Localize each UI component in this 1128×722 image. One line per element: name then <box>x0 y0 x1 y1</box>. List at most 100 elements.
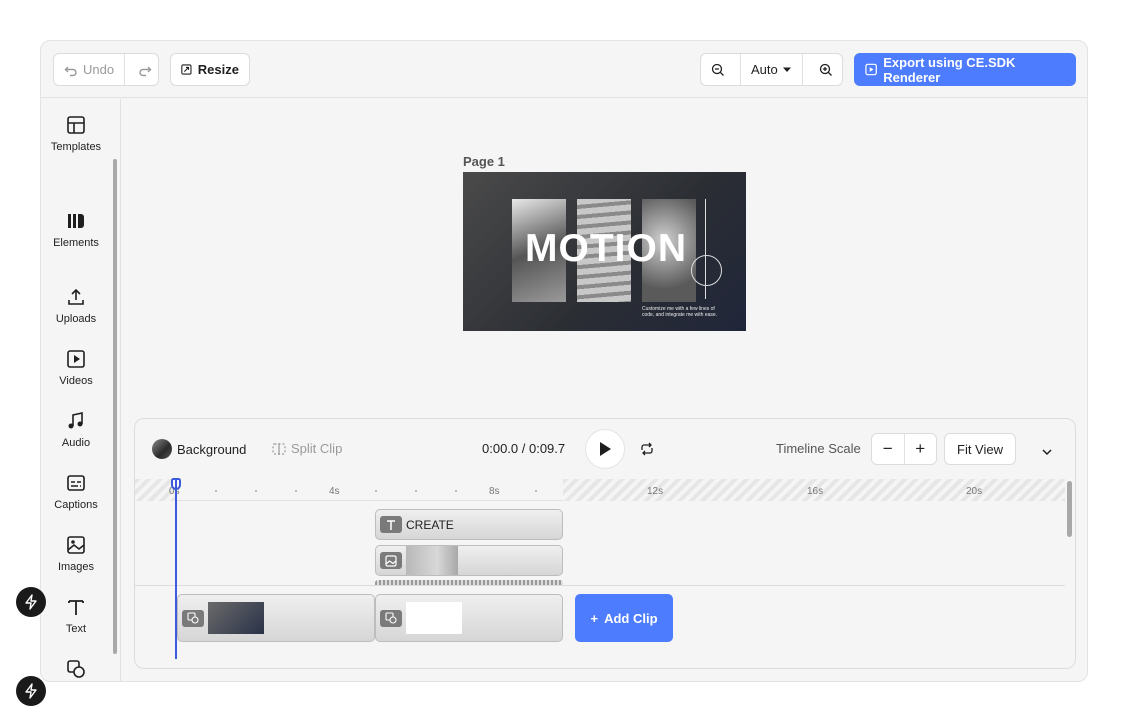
canvas-area[interactable]: Page 1 MOTION Customize me with a few li… <box>122 99 1087 419</box>
undo-icon <box>64 66 77 76</box>
shapes-icon <box>187 612 199 624</box>
chevron-down-icon <box>1042 449 1052 456</box>
background-button[interactable]: Background <box>152 439 246 459</box>
zoom-in-button[interactable] <box>809 54 842 85</box>
text-clip-icon <box>380 516 402 533</box>
scale-increase-button[interactable]: + <box>905 434 937 464</box>
sidebar-item-label: Templates <box>50 141 102 153</box>
zoom-select[interactable]: Auto <box>740 54 803 85</box>
sidebar-item-label: Uploads <box>55 313 97 325</box>
sidebar-item-templates[interactable]: Templates <box>49 115 103 154</box>
ruler-tick: 20s <box>966 486 983 497</box>
sidebar-item-videos[interactable]: Videos <box>49 349 103 388</box>
lightning-icon <box>25 683 37 699</box>
zoom-value: Auto <box>751 62 778 77</box>
headline-text[interactable]: MOTION <box>525 227 687 271</box>
image-icon <box>385 554 397 567</box>
loop-button[interactable] <box>639 441 655 462</box>
ruler-tick: 4s <box>329 486 340 497</box>
image-clip-thumbnail <box>406 546 458 575</box>
elements-icon <box>68 214 84 228</box>
sidebar-item-shapes[interactable] <box>49 659 103 681</box>
video-clip[interactable] <box>177 594 375 642</box>
timeline-header: Background Split Clip 0:00.0 / 0:09.7 Ti… <box>135 419 1075 479</box>
video-clip-thumbnail <box>208 602 264 634</box>
bolt-button[interactable] <box>16 587 46 617</box>
sidebar-item-images[interactable]: Images <box>49 535 103 574</box>
sidebar-item-captions[interactable]: Captions <box>49 473 103 512</box>
export-button[interactable]: Export using CE.SDK Renderer <box>854 53 1076 86</box>
playhead[interactable] <box>175 479 177 659</box>
image-clip-icon <box>380 552 402 569</box>
zoom-out-button[interactable] <box>701 54 734 85</box>
page-label: Page 1 <box>463 154 505 169</box>
zoom-out-icon <box>711 63 724 76</box>
resize-label: Resize <box>197 62 239 77</box>
ruler-tick: 16s <box>807 486 824 497</box>
redo-button[interactable] <box>131 54 158 85</box>
video-clip-icon <box>380 609 402 627</box>
history-group: Undo <box>53 53 159 86</box>
sidebar-item-elements[interactable]: Elements <box>49 211 103 250</box>
scale-decrease-button[interactable]: − <box>872 434 905 464</box>
sidebar-scrollbar[interactable] <box>113 159 117 654</box>
sidebar-item-label: Captions <box>54 499 98 511</box>
zoom-in-icon <box>819 63 832 76</box>
captions-icon <box>67 475 85 491</box>
text-clip-label: CREATE <box>406 517 454 532</box>
fit-view-button[interactable]: Fit View <box>944 433 1016 465</box>
timecode: 0:00.0 / 0:09.7 <box>482 441 566 456</box>
ruler-dot <box>215 490 217 492</box>
bolt-button[interactable] <box>16 676 46 706</box>
lightning-icon <box>25 594 37 610</box>
plus-icon: + <box>590 610 599 626</box>
collapse-timeline-button[interactable] <box>1041 443 1053 461</box>
sidebar-item-audio[interactable]: Audio <box>49 411 103 450</box>
loop-icon <box>641 442 653 456</box>
video-clip-thumbnail <box>406 602 462 634</box>
zoom-control: Auto <box>700 53 843 86</box>
background-label: Background <box>177 441 247 457</box>
split-clip-button[interactable]: Split Clip <box>272 441 342 456</box>
redo-icon <box>138 66 152 76</box>
page-canvas[interactable]: MOTION Customize me with a few lines of … <box>463 172 746 331</box>
resize-button[interactable]: Resize <box>170 53 250 86</box>
sidebar-item-uploads[interactable]: Uploads <box>49 287 103 326</box>
background-swatch <box>152 439 172 459</box>
ruler-dot <box>415 490 417 492</box>
sidebar-item-label: Text <box>65 623 87 635</box>
video-clip[interactable] <box>375 594 563 642</box>
ruler-tick: 12s <box>647 486 664 497</box>
timeline-scale-control: − + <box>871 433 937 465</box>
decorative-circle <box>691 255 722 286</box>
editor-window: Undo Resize Auto Export using CE.SDK Ren… <box>40 40 1088 682</box>
track-separator <box>135 585 1065 586</box>
timeline-scale-label: Timeline Scale <box>776 441 861 456</box>
text-clip[interactable]: CREATE <box>375 509 563 540</box>
caption-text[interactable]: Customize me with a few lines of code, a… <box>642 306 722 318</box>
play-button[interactable] <box>585 429 625 469</box>
sidebar-item-text[interactable]: Text <box>49 597 103 636</box>
ruler-dot <box>455 490 457 492</box>
undo-label: Undo <box>83 62 115 77</box>
sidebar-item-label: Videos <box>59 375 93 387</box>
split-icon <box>272 442 286 455</box>
timeline-panel: Background Split Clip 0:00.0 / 0:09.7 Ti… <box>134 418 1076 669</box>
timeline-ruler[interactable]: 0s 4s 8s 12s 16s 20s <box>135 479 1065 501</box>
timeline-scrollbar[interactable] <box>1067 481 1072 537</box>
asset-sidebar: Templates Elements Uploads Videos Audio … <box>41 99 121 681</box>
video-icon <box>67 350 85 368</box>
ruler-dot <box>375 490 377 492</box>
export-video-icon <box>865 63 877 76</box>
add-clip-button[interactable]: + Add Clip <box>575 594 673 642</box>
ruler-tick: 8s <box>489 486 500 497</box>
ruler-dot <box>255 490 257 492</box>
play-icon <box>600 442 611 456</box>
undo-button[interactable]: Undo <box>54 54 126 85</box>
image-icon <box>67 536 85 554</box>
top-toolbar: Undo Resize Auto Export using CE.SDK Ren… <box>41 41 1087 98</box>
ruler-dot <box>295 490 297 492</box>
image-clip[interactable] <box>375 545 563 576</box>
templates-icon <box>67 116 85 134</box>
shapes-icon <box>67 660 85 678</box>
